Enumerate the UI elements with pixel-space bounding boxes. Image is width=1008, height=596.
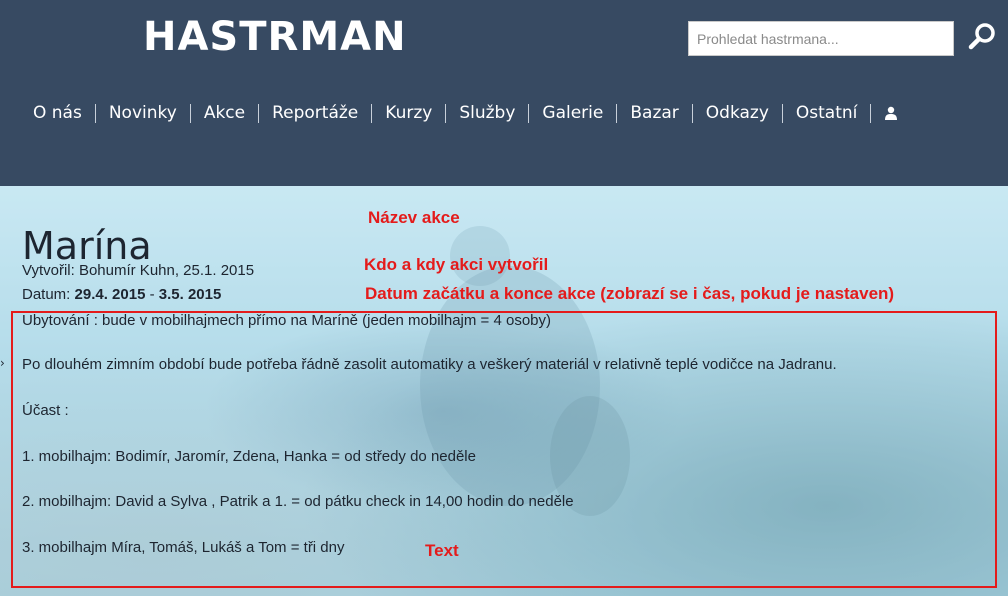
annotation-text: Text (425, 541, 459, 560)
nav-item-odkazy[interactable]: Odkazy (693, 98, 782, 128)
annotation-dates: Datum začátku a konce akce (zobrazí se i… (365, 284, 895, 303)
nav-item-novinky[interactable]: Novinky (96, 98, 190, 128)
event-text-line: Po dlouhém zimním období bude potřeba řá… (22, 356, 837, 373)
nav-item-kurzy[interactable]: Kurzy (372, 98, 445, 128)
search-button[interactable] (966, 20, 1000, 54)
event-dates: Datum: 29.4. 2015 - 3.5. 2015 (22, 286, 221, 303)
annotation-event-name: Název akce (368, 208, 460, 227)
event-text-line: 1. mobilhajm: Bodimír, Jaromír, Zdena, H… (22, 448, 476, 465)
user-menu-button[interactable] (871, 98, 911, 128)
date-end: 3.5. 2015 (158, 286, 222, 303)
event-text-line: 3. mobilhajm Míra, Tomáš, Lukáš a Tom = … (22, 539, 345, 556)
site-logo[interactable]: HASTRMAN (143, 14, 407, 60)
nav-item-sluzby[interactable]: Služby (446, 98, 528, 128)
search-icon (968, 23, 995, 50)
annotation-creator: Kdo a kdy akci vytvořil (364, 255, 549, 274)
event-text-line: 2. mobilhajm: David a Sylva , Patrik a 1… (22, 493, 574, 510)
event-created: Vytvořil: Bohumír Kuhn, 25.1. 2015 (22, 262, 254, 279)
nav-item-bazar[interactable]: Bazar (617, 98, 691, 128)
date-start: 29.4. 2015 (74, 286, 146, 303)
site-header: HASTRMAN O nás Novinky Akce Reportáže Ku… (0, 0, 1008, 186)
event-text-line: Účast : (22, 402, 69, 419)
user-icon (885, 106, 898, 120)
created-label: Vytvořil: (22, 262, 79, 279)
nav-item-ostatni[interactable]: Ostatní (783, 98, 870, 128)
nav-item-akce[interactable]: Akce (191, 98, 258, 128)
nav-item-o-nas[interactable]: O nás (20, 98, 95, 128)
event-text-line: Ubytování : bude v mobilhajmech přímo na… (22, 312, 552, 329)
nav-item-galerie[interactable]: Galerie (529, 98, 616, 128)
search-input[interactable] (688, 21, 954, 56)
created-value: Bohumír Kuhn, 25.1. 2015 (78, 262, 255, 279)
date-separator: - (145, 286, 159, 303)
nav-item-reportaze[interactable]: Reportáže (259, 98, 371, 128)
chevron-right-icon[interactable]: › (0, 356, 5, 370)
main-nav: O nás Novinky Akce Reportáže Kurzy Služb… (20, 98, 911, 128)
event-detail: › Marína Vytvořil: Bohumír Kuhn, 25.1. 2… (0, 186, 1008, 596)
date-label: Datum: (22, 286, 75, 303)
